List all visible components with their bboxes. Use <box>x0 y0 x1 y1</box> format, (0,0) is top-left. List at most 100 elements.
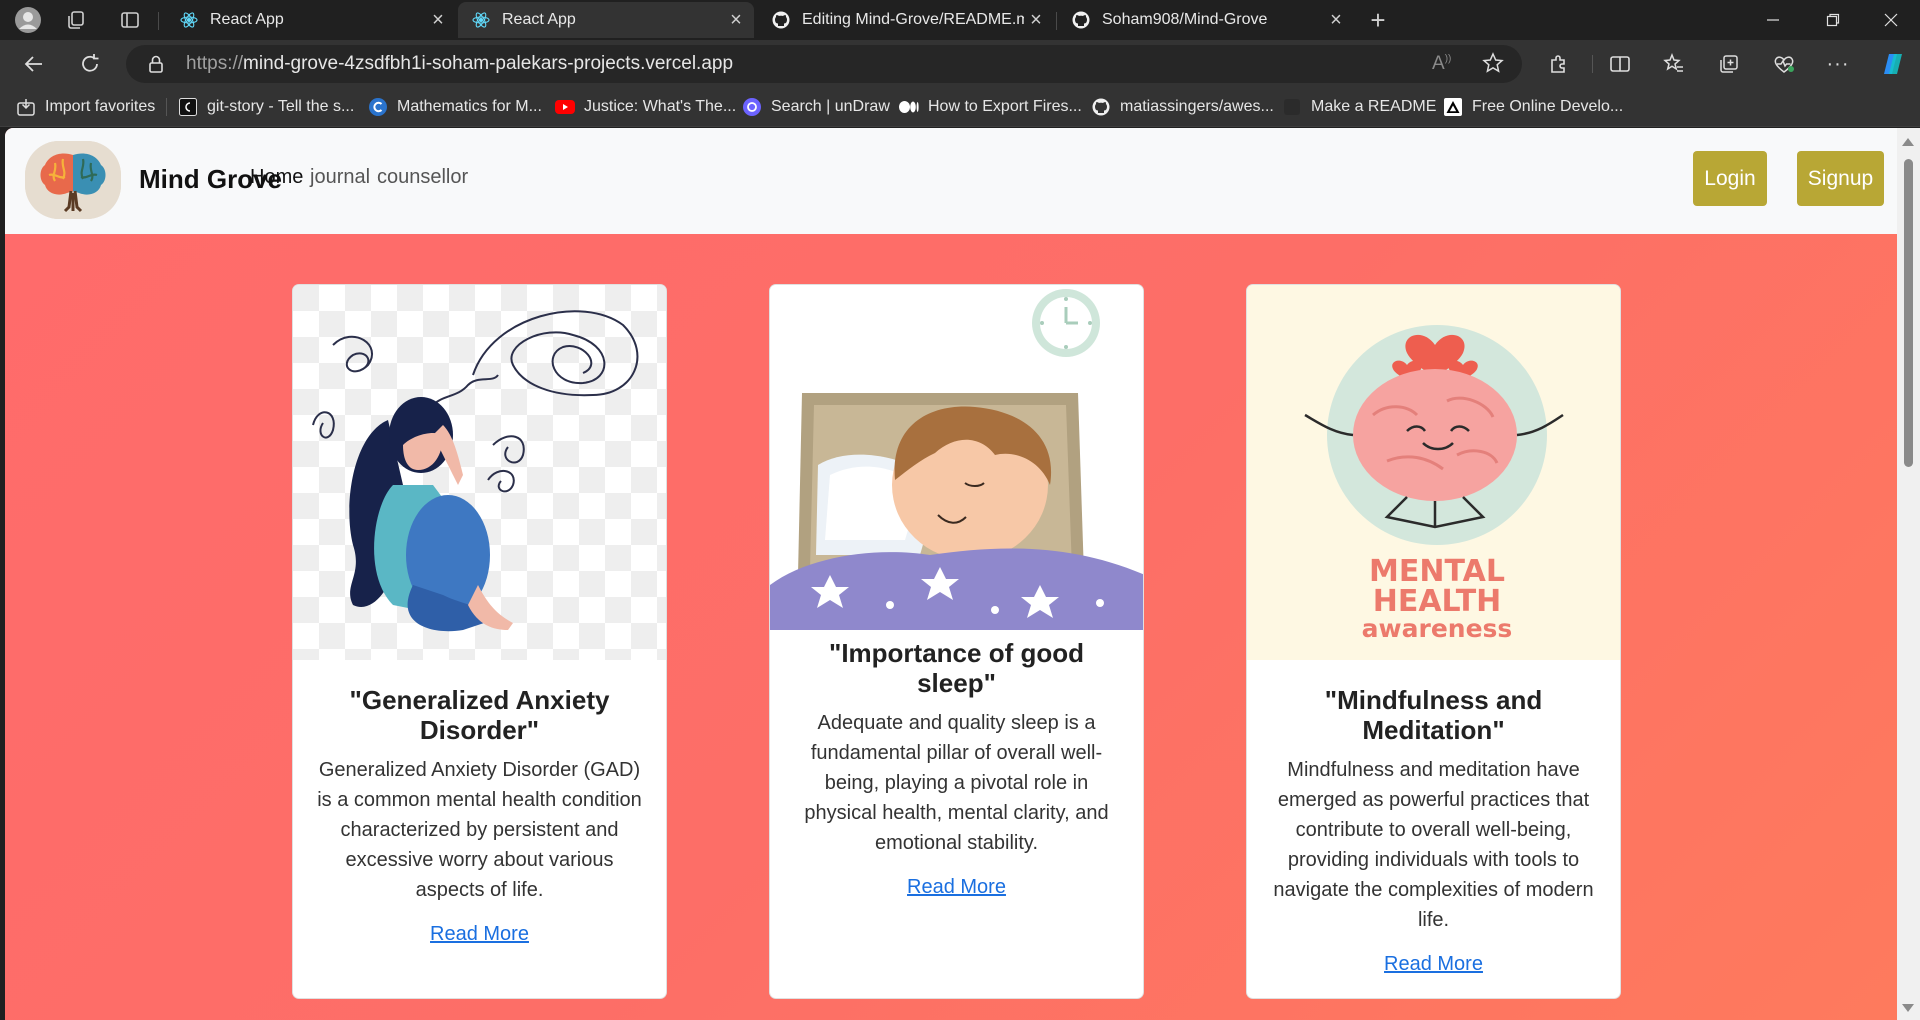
card-body: "Generalized Anxiety Disorder" Generaliz… <box>311 685 648 946</box>
close-tab-icon[interactable]: × <box>1024 9 1048 32</box>
read-more-link[interactable]: Read More <box>430 923 529 946</box>
react-icon <box>472 11 490 29</box>
bookmark-label: git-story - Tell the s... <box>207 98 355 115</box>
card-title: "Mindfulness and Meditation" <box>1324 685 1543 745</box>
toolbar-separator <box>1592 55 1593 73</box>
medium-icon <box>899 97 919 117</box>
readme-icon <box>1282 97 1302 117</box>
favorites-icon[interactable] <box>1658 49 1690 79</box>
tab-title: React App <box>502 11 576 28</box>
collections-icon[interactable] <box>1713 49 1745 79</box>
bookmarks-bar: Import favorites git-story - Tell the s.… <box>0 88 1920 127</box>
split-screen-icon[interactable] <box>1604 49 1636 79</box>
bookmark-label: Free Online Develo... <box>1472 98 1624 115</box>
address-bar-row: https://mind-grove-4zsdfbh1i-soham-palek… <box>0 40 1920 88</box>
tab-title: React App <box>210 11 284 28</box>
favorite-star-icon[interactable] <box>1482 52 1504 79</box>
back-icon[interactable] <box>18 49 50 79</box>
bookmark-label: Make a README <box>1311 98 1437 115</box>
bookmarks-separator <box>166 98 167 116</box>
bookmark-label: Search | unDraw <box>771 98 890 115</box>
scroll-thumb[interactable] <box>1904 159 1913 467</box>
github-icon <box>1091 97 1111 117</box>
bookmark-mathematics[interactable]: Mathematics for M... <box>368 88 542 126</box>
react-icon <box>180 11 198 29</box>
bookmark-label: Mathematics for M... <box>397 98 542 115</box>
tab-title: Soham908/Mind-Grove <box>1102 11 1268 28</box>
brain-tree-logo[interactable] <box>25 141 121 219</box>
tab-react-app-2[interactable]: React App × <box>458 2 754 38</box>
copilot-icon[interactable] <box>1878 49 1910 79</box>
article-card-sleep: "Importance of good sleep" Adequate and … <box>769 284 1144 999</box>
read-more-link[interactable]: Read More <box>907 876 1006 899</box>
git-story-icon <box>178 97 198 117</box>
url-text[interactable]: https://mind-grove-4zsdfbh1i-soham-palek… <box>186 45 733 83</box>
bookmark-free-online-dev[interactable]: Free Online Develo... <box>1443 88 1623 126</box>
bookmark-label: How to Export Fires... <box>928 98 1082 115</box>
scroll-up-arrow-icon[interactable] <box>1902 138 1914 146</box>
extensions-icon[interactable] <box>1543 49 1575 79</box>
tab-title: Editing Mind-Grove/README.md <box>802 11 1024 28</box>
nav-journal-link[interactable]: journal <box>310 166 370 189</box>
nav-home-link[interactable]: Home <box>250 166 303 189</box>
page-viewport: Mind Grove Home journal counsellor Login… <box>5 128 1897 1020</box>
refresh-icon[interactable] <box>74 49 106 79</box>
article-card-mindfulness: MENTAL HEALTH awareness "Mindfulness and… <box>1246 284 1621 999</box>
bookmark-undraw[interactable]: Search | unDraw <box>742 88 890 126</box>
article-card-anxiety: "Generalized Anxiety Disorder" Generaliz… <box>292 284 667 999</box>
address-bar[interactable]: https://mind-grove-4zsdfbh1i-soham-palek… <box>126 45 1522 83</box>
mental-health-illustration: MENTAL HEALTH awareness <box>1247 285 1620 660</box>
vertical-tabs-icon[interactable] <box>116 6 144 34</box>
login-button[interactable]: Login <box>1693 151 1767 206</box>
more-options-icon[interactable]: ··· <box>1822 49 1854 79</box>
undraw-icon <box>742 97 762 117</box>
github-icon <box>772 11 790 29</box>
anxiety-illustration <box>293 285 666 660</box>
import-icon <box>16 97 36 117</box>
nav-counsellor-link[interactable]: counsellor <box>377 166 468 189</box>
scroll-down-arrow-icon[interactable] <box>1902 1004 1914 1012</box>
tab-github-repo[interactable]: Soham908/Mind-Grove × <box>1058 2 1354 38</box>
bookmark-make-readme[interactable]: Make a README <box>1282 88 1436 126</box>
bookmark-label: Justice: What's The... <box>584 98 737 115</box>
restore-icon[interactable] <box>1804 0 1862 40</box>
tab-react-app-1[interactable]: React App × <box>166 2 456 38</box>
profile-avatar-icon[interactable] <box>14 6 42 34</box>
card-text: Mindfulness and meditation have emerged … <box>1273 759 1594 931</box>
close-tab-icon[interactable]: × <box>1324 9 1348 32</box>
main-content: "Generalized Anxiety Disorder" Generaliz… <box>5 234 1897 1020</box>
vercel-icon <box>1443 97 1463 117</box>
bookmark-import-favorites[interactable]: Import favorites <box>16 88 155 126</box>
card-title: "Generalized Anxiety Disorder" <box>349 685 610 745</box>
bookmark-export-firestore[interactable]: How to Export Fires... <box>899 88 1082 126</box>
page-scrollbar[interactable] <box>1897 128 1920 1020</box>
browser-essentials-icon[interactable] <box>1768 49 1800 79</box>
card-text: Generalized Anxiety Disorder (GAD) is a … <box>317 759 642 901</box>
tab-strip: React App × React App × Editing Mind-Gro… <box>0 0 1920 40</box>
tab-editing-readme[interactable]: Editing Mind-Grove/README.md × <box>758 2 1054 38</box>
bookmark-git-story[interactable]: git-story - Tell the s... <box>178 88 354 126</box>
bookmark-label: matiassingers/awes... <box>1120 98 1274 115</box>
bookmark-label: Import favorites <box>45 98 156 115</box>
new-tab-icon[interactable]: + <box>1364 5 1392 35</box>
tab-separator <box>1056 12 1057 30</box>
close-tab-icon[interactable]: × <box>724 9 748 32</box>
site-navbar: Mind Grove Home journal counsellor Login… <box>5 128 1897 234</box>
tab-separator <box>158 12 159 30</box>
bookmark-justice[interactable]: Justice: What's The... <box>555 88 736 126</box>
close-window-icon[interactable] <box>1862 0 1920 40</box>
youtube-icon <box>555 97 575 117</box>
github-icon <box>1072 11 1090 29</box>
card-body: "Importance of good sleep" Adequate and … <box>788 638 1125 899</box>
sleep-illustration <box>770 285 1143 660</box>
lock-icon[interactable] <box>148 55 164 78</box>
workspaces-icon[interactable] <box>62 6 90 34</box>
read-more-link[interactable]: Read More <box>1384 953 1483 976</box>
minimize-icon[interactable] <box>1744 0 1802 40</box>
card-text: Adequate and quality sleep is a fundamen… <box>804 712 1109 854</box>
card-title: "Importance of good sleep" <box>829 638 1084 698</box>
bookmark-matiassingers[interactable]: matiassingers/awes... <box>1091 88 1274 126</box>
signup-button[interactable]: Signup <box>1797 151 1884 206</box>
read-aloud-icon[interactable]: A)) <box>1432 53 1451 75</box>
close-tab-icon[interactable]: × <box>426 9 450 32</box>
